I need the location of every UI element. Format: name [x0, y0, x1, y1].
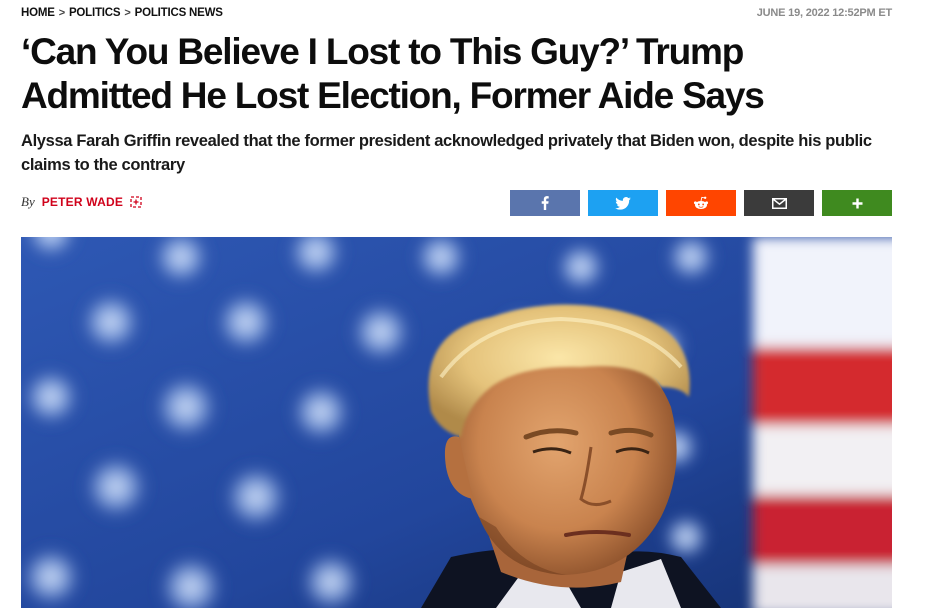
- facebook-icon: [541, 196, 549, 210]
- share-facebook-button[interactable]: [510, 190, 580, 216]
- hero-image: [21, 237, 892, 608]
- envelope-icon: [771, 197, 787, 209]
- article-dek: Alyssa Farah Griffin revealed that the f…: [21, 132, 872, 174]
- share-bar: [510, 190, 892, 216]
- top-bar: HOME > POLITICS > POLITICS NEWS JUNE 19,…: [21, 6, 892, 20]
- share-more-button[interactable]: [822, 190, 892, 216]
- breadcrumb-separator: >: [124, 7, 131, 19]
- publish-timestamp: JUNE 19, 2022 12:52PM ET: [756, 7, 892, 19]
- twitter-icon: [615, 196, 631, 210]
- plus-icon: [852, 198, 862, 208]
- author-link[interactable]: PETER WADE: [42, 195, 123, 209]
- share-reddit-button[interactable]: [666, 190, 736, 216]
- breadcrumb-separator: >: [58, 7, 65, 19]
- breadcrumb-home[interactable]: HOME: [21, 7, 55, 19]
- byline-by: By: [21, 194, 35, 209]
- author-follow-icon[interactable]: [130, 196, 142, 208]
- reddit-icon: [693, 196, 709, 209]
- breadcrumb-politics-news[interactable]: POLITICS NEWS: [135, 7, 223, 19]
- share-email-button[interactable]: [744, 190, 814, 216]
- hero-photo: [21, 237, 892, 608]
- article-headline: ‘Can You Believe I Lost to This Guy?’ Tr…: [21, 31, 765, 116]
- breadcrumb: HOME > POLITICS > POLITICS NEWS: [21, 7, 223, 19]
- breadcrumb-politics[interactable]: POLITICS: [69, 7, 121, 19]
- share-twitter-button[interactable]: [588, 190, 658, 216]
- byline: By PETER WADE: [21, 194, 142, 210]
